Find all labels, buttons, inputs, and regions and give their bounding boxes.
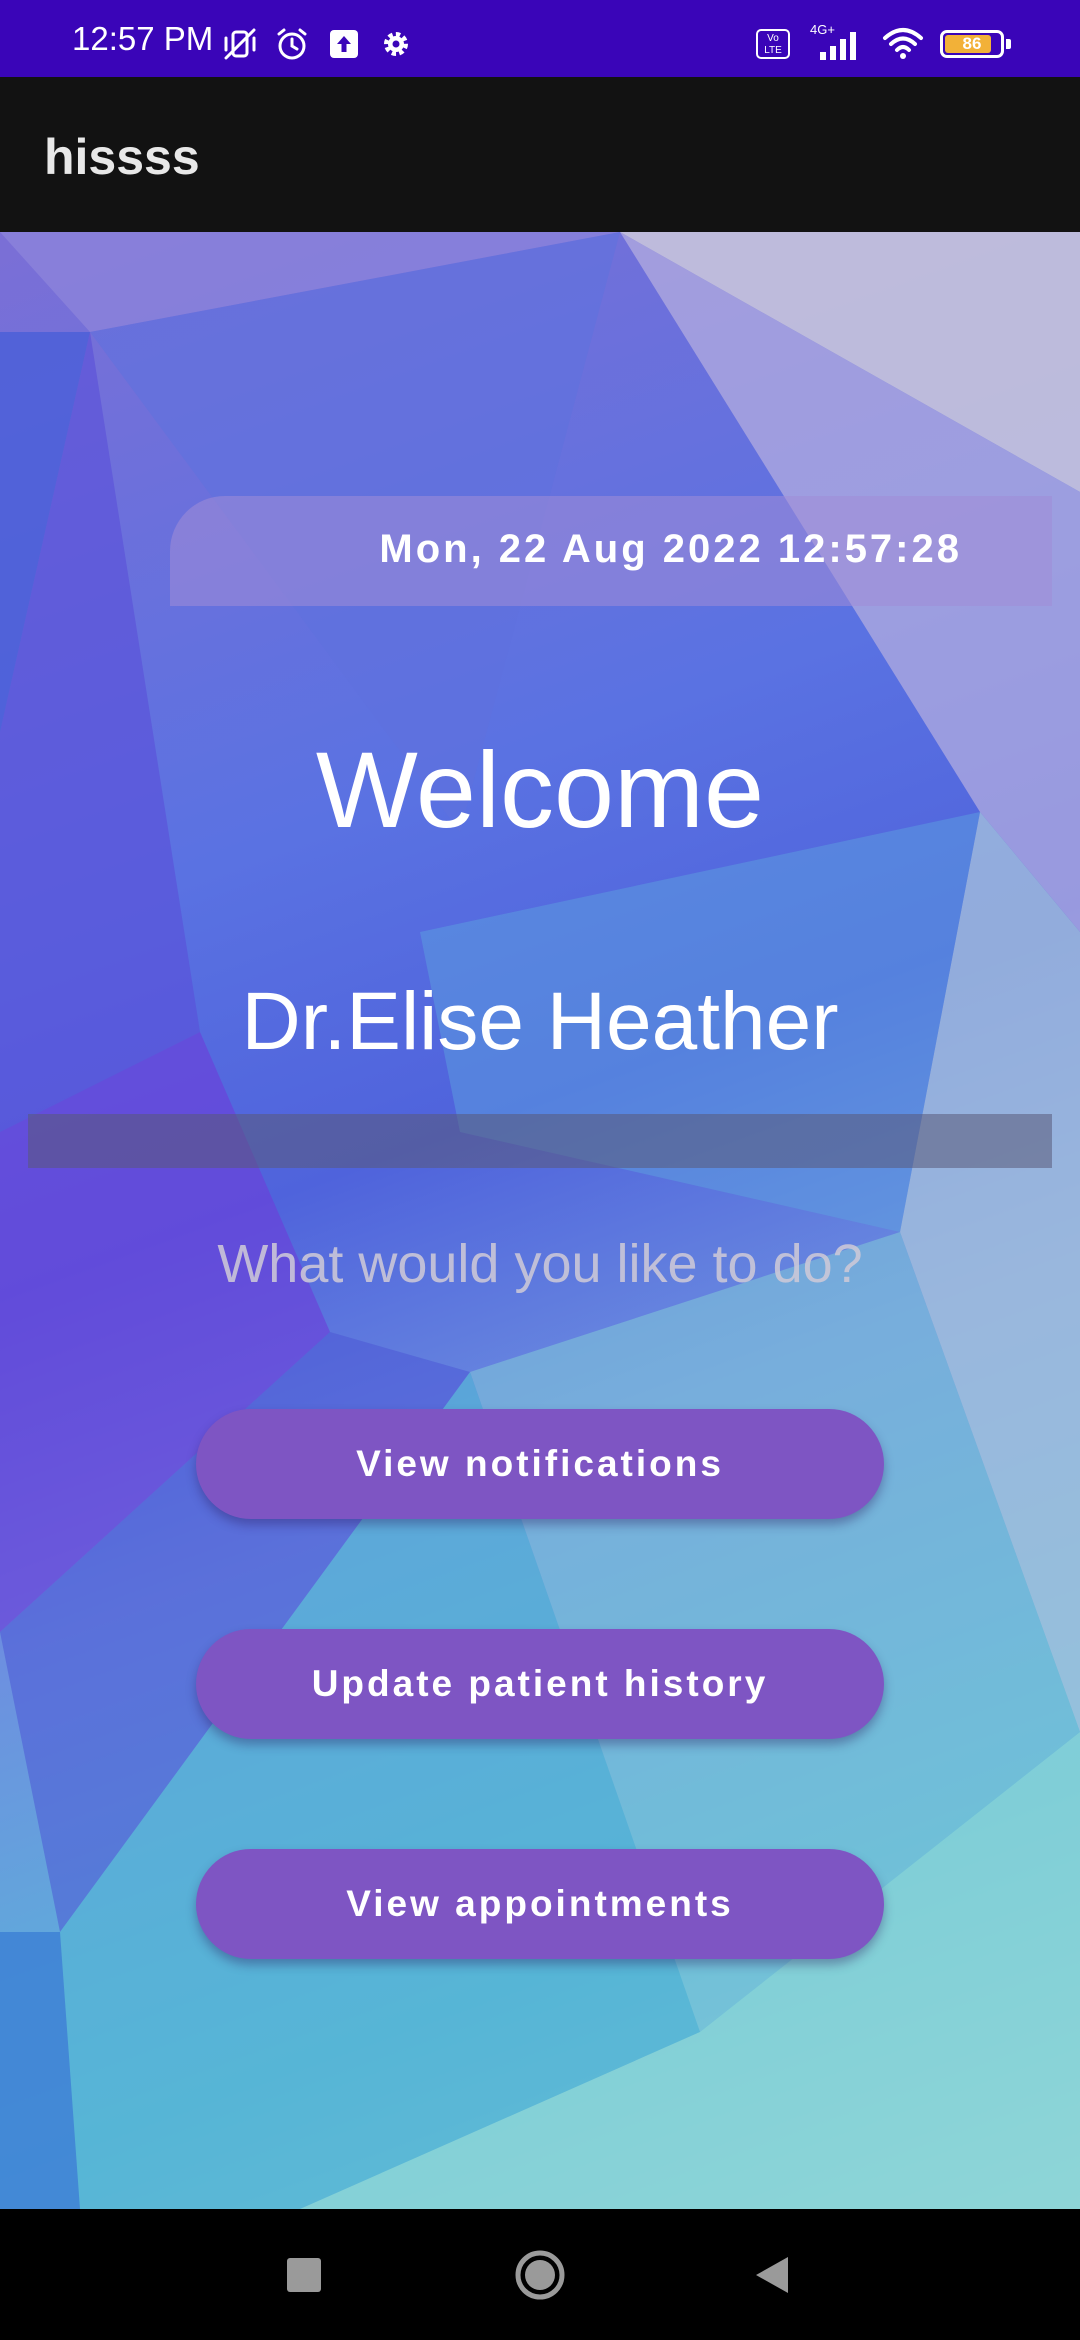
- recent-apps-button[interactable]: [244, 2209, 364, 2340]
- main-content: Mon, 22 Aug 2022 12:57:28 Welcome Dr.Eli…: [0, 232, 1080, 2209]
- status-icons-right: Vo LTE 4G+ 86: [756, 22, 1011, 62]
- view-appointments-button[interactable]: View appointments: [196, 1849, 884, 1959]
- action-prompt: What would you like to do?: [217, 1234, 863, 1294]
- view-notifications-button[interactable]: View notifications: [196, 1409, 884, 1519]
- status-time: 12:57 PM: [72, 20, 214, 57]
- screen: 12:57 PM Vo LTE 4G+ 86 hissss Mon, 22 Au…: [0, 0, 1080, 2340]
- vibrate-mute-icon: [224, 28, 256, 60]
- status-icons-left: [222, 26, 414, 62]
- divider-bar: [28, 1114, 1052, 1168]
- home-button[interactable]: [480, 2209, 600, 2340]
- app-bar: hissss: [0, 77, 1080, 232]
- cellular-signal-icon: 4G+: [804, 22, 866, 62]
- settings-gear-icon: [384, 32, 408, 56]
- navigation-bar: [0, 2209, 1080, 2340]
- battery-cap: [1006, 39, 1011, 49]
- wifi-icon: [883, 28, 923, 59]
- doctor-name: Dr.Elise Heather: [241, 976, 839, 1067]
- home-icon: [515, 2250, 565, 2299]
- back-icon: [756, 2256, 788, 2293]
- status-bar: 12:57 PM Vo LTE 4G+ 86: [0, 0, 1080, 77]
- volte-badge: Vo LTE: [756, 29, 790, 59]
- update-patient-history-button[interactable]: Update patient history: [196, 1629, 884, 1739]
- upload-icon: [330, 30, 358, 58]
- back-button[interactable]: [712, 2209, 832, 2340]
- recent-apps-icon: [287, 2257, 321, 2292]
- current-datetime: Mon, 22 Aug 2022 12:57:28: [379, 527, 962, 571]
- battery-level: 86: [962, 34, 982, 53]
- alarm-icon: [277, 28, 307, 60]
- welcome-heading: Welcome: [315, 729, 765, 850]
- battery-icon: 86: [940, 30, 1011, 58]
- app-title: hissss: [44, 129, 200, 185]
